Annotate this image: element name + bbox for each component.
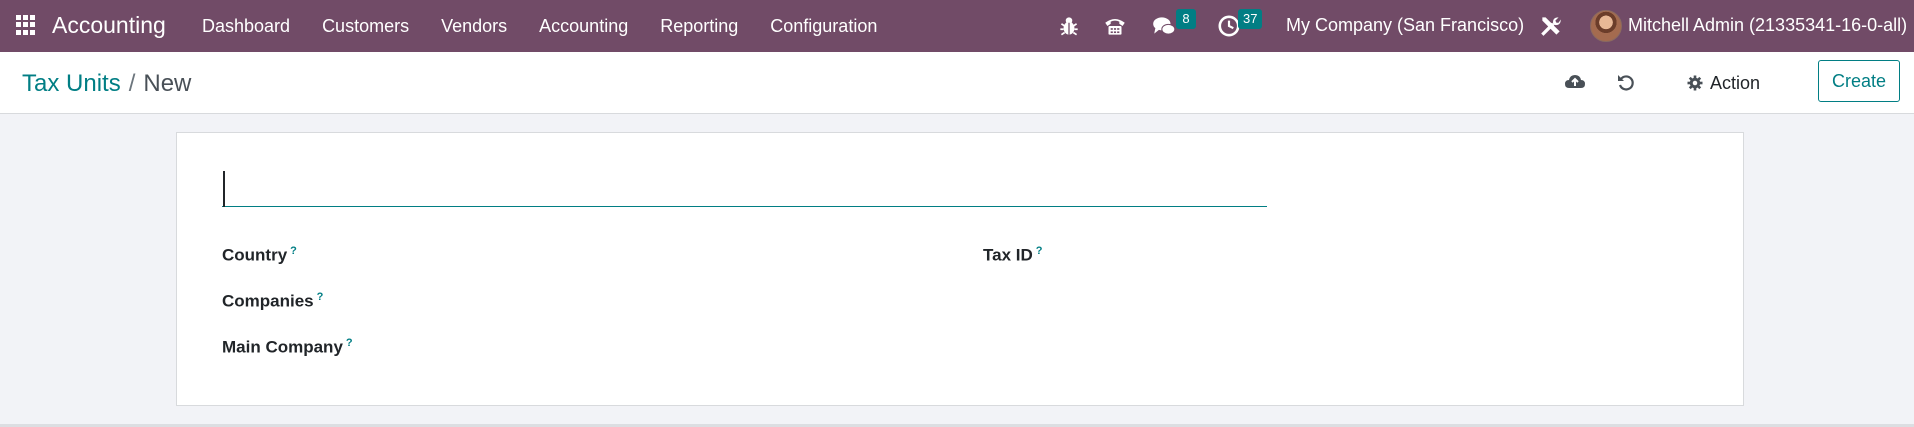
user-menu[interactable]: Mitchell Admin (21335341-16-0-all): [1628, 15, 1907, 36]
breadcrumb-separator: /: [128, 70, 136, 97]
menu-item-customers[interactable]: Customers: [306, 16, 425, 37]
app-name[interactable]: Accounting: [52, 12, 166, 39]
undo-icon[interactable]: [1614, 70, 1638, 94]
text-cursor: [223, 171, 225, 207]
avatar[interactable]: [1590, 10, 1622, 42]
tools-icon[interactable]: [1538, 13, 1564, 39]
top-navbar: Accounting Dashboard Customers Vendors A…: [0, 0, 1914, 52]
tax-id-help-icon[interactable]: ?: [1036, 245, 1043, 257]
country-label: Country?: [222, 245, 297, 266]
activities-count-badge: 37: [1238, 9, 1263, 29]
chat-icon[interactable]: [1151, 13, 1177, 39]
breadcrumb: Tax Units / New: [22, 70, 191, 98]
control-panel: Tax Units / New Action Create: [0, 52, 1914, 114]
companies-label-text: Companies: [222, 291, 314, 311]
menu-item-configuration[interactable]: Configuration: [754, 16, 893, 37]
cloud-upload-icon[interactable]: [1563, 70, 1587, 94]
phone-icon[interactable]: [1102, 13, 1128, 39]
breadcrumb-current: New: [143, 70, 192, 97]
menu-item-dashboard[interactable]: Dashboard: [186, 16, 306, 37]
apps-grid-icon[interactable]: [16, 15, 36, 35]
companies-help-icon[interactable]: ?: [317, 291, 324, 303]
form-sheet: Country? Companies? Main Company? Tax ID…: [176, 132, 1744, 406]
main-company-label-text: Main Company: [222, 337, 343, 357]
country-help-icon[interactable]: ?: [290, 245, 297, 257]
action-menu-button[interactable]: Action: [1686, 68, 1760, 98]
main-company-label: Main Company?: [222, 337, 353, 358]
country-label-text: Country: [222, 245, 288, 265]
companies-label: Companies?: [222, 291, 323, 312]
gear-icon: [1687, 75, 1703, 91]
menu-item-reporting[interactable]: Reporting: [644, 16, 754, 37]
menu-item-accounting[interactable]: Accounting: [523, 16, 644, 37]
breadcrumb-tax-units[interactable]: Tax Units: [22, 70, 121, 97]
tax-id-label: Tax ID?: [983, 245, 1043, 266]
bug-icon[interactable]: [1056, 13, 1082, 39]
menu-item-vendors[interactable]: Vendors: [425, 16, 523, 37]
action-label: Action: [1710, 72, 1761, 93]
company-switcher[interactable]: My Company (San Francisco): [1286, 15, 1524, 36]
create-button[interactable]: Create: [1818, 60, 1900, 102]
main-company-help-icon[interactable]: ?: [346, 337, 353, 349]
name-input[interactable]: [222, 167, 1267, 207]
tax-id-label-text: Tax ID: [983, 245, 1033, 265]
messages-count-badge: 8: [1176, 9, 1196, 29]
main-menu: Dashboard Customers Vendors Accounting R…: [186, 0, 893, 52]
